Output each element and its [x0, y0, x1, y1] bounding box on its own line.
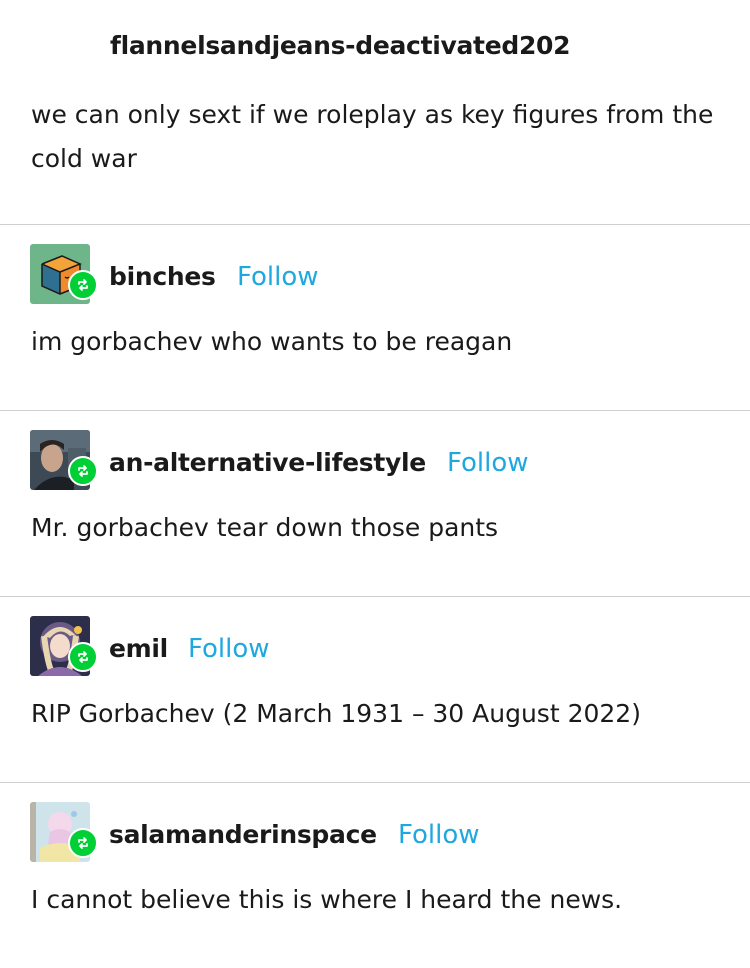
reblog-icon	[68, 456, 98, 486]
follow-button[interactable]: Follow	[237, 262, 319, 292]
reblog-icon	[68, 642, 98, 672]
follow-button[interactable]: Follow	[398, 820, 480, 850]
original-post-username[interactable]: flannelsandjeans-deactivated202	[110, 31, 571, 60]
reblog-username[interactable]: salamanderinspace	[109, 820, 377, 849]
follow-button[interactable]: Follow	[447, 448, 529, 478]
avatar-container[interactable]	[30, 430, 98, 492]
avatar-container[interactable]	[30, 244, 98, 306]
reblog-entry: an-alternative-lifestyle Follow Mr. gorb…	[0, 411, 750, 596]
reblog-icon	[68, 828, 98, 858]
reblog-text: RIP Gorbachev (2 March 1931 – 30 August …	[31, 699, 641, 728]
avatar-container[interactable]	[30, 802, 98, 864]
reblog-entry: binches Follow im gorbachev who wants to…	[0, 225, 750, 410]
follow-button[interactable]: Follow	[188, 634, 270, 664]
reblog-text: im gorbachev who wants to be reagan	[31, 327, 513, 356]
reblog-entry: emil Follow RIP Gorbachev (2 March 1931 …	[0, 597, 750, 782]
reblog-entry: salamanderinspace Follow I cannot believ…	[0, 783, 750, 968]
reblog-username[interactable]: an-alternative-lifestyle	[109, 448, 426, 477]
reblog-username[interactable]: binches	[109, 262, 216, 291]
avatar-container[interactable]	[30, 616, 98, 678]
reblog-username[interactable]: emil	[109, 634, 168, 663]
reblog-icon	[68, 270, 98, 300]
reblog-text: I cannot believe this is where I heard t…	[31, 885, 623, 914]
original-post-text: we can only sext if we roleplay as key f…	[31, 100, 714, 173]
reblog-text: Mr. gorbachev tear down those pants	[31, 513, 499, 542]
original-post: flannelsandjeans-deactivated202 we can o…	[0, 0, 750, 225]
